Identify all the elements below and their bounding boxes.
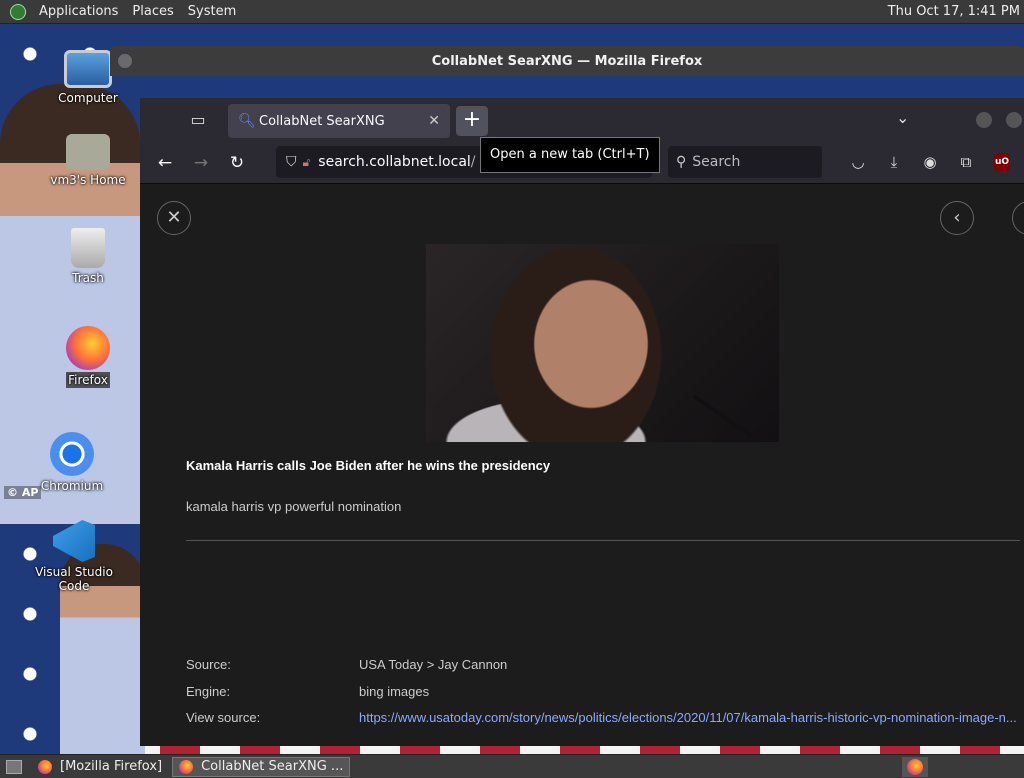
chromium-icon <box>50 432 94 476</box>
top-panel: Applications Places System Thu Oct 17, 1… <box>0 0 1024 24</box>
desktop-icon-label: Computer <box>58 91 118 105</box>
desktop-icon-trash[interactable]: Trash <box>48 228 128 286</box>
pocket-icon[interactable]: ◡ <box>848 152 868 172</box>
result-title[interactable]: Kamala Harris calls Joe Biden after he w… <box>186 458 550 473</box>
next-result-button[interactable]: › <box>1012 201 1024 235</box>
back-button[interactable]: ← <box>152 150 178 176</box>
engine-label: Engine: <box>186 684 231 699</box>
view-source-label: View source: <box>186 710 261 725</box>
vscode-icon <box>53 520 95 562</box>
microphone-shape <box>692 394 753 438</box>
desktop-icon-label: Chromium <box>40 479 104 493</box>
panel-clock[interactable]: Thu Oct 17, 1:41 PM <box>888 4 1024 19</box>
firefox-icon <box>38 759 52 774</box>
close-detail-button[interactable]: ✕ <box>157 201 191 235</box>
tray-firefox[interactable] <box>902 756 928 777</box>
insecure-lock-icon[interactable]: 🔓︎ <box>303 155 311 170</box>
result-image[interactable] <box>426 244 779 442</box>
forward-button[interactable]: → <box>188 150 214 176</box>
search-favicon-icon: 🔍︎ <box>238 113 256 129</box>
view-source-link[interactable]: https://www.usatoday.com/story/news/poli… <box>359 710 1019 725</box>
desktop-icon-label: Visual Studio Code <box>35 565 113 593</box>
firefox-icon <box>179 759 194 774</box>
tab-title: CollabNet SearXNG <box>259 113 385 129</box>
tab-collabnet-searxng[interactable]: 🔍︎ CollabNet SearXNG ✕ <box>228 104 450 138</box>
firefox-icon <box>907 758 923 775</box>
extensions-icon[interactable]: ⧉ <box>956 152 976 172</box>
desktop-icon-chromium[interactable]: Chromium <box>32 432 112 494</box>
url-host: search.collabnet.local <box>318 154 471 170</box>
search-icon: ⚲ <box>676 154 687 170</box>
close-tab-icon[interactable]: ✕ <box>428 113 440 129</box>
reload-button[interactable]: ↻ <box>224 150 250 176</box>
show-desktop-icon[interactable] <box>6 759 22 774</box>
bottom-taskbar: [Mozilla Firefox] CollabNet SearXNG ... <box>0 754 1024 778</box>
tab-bar: ▭ 🔍︎ CollabNet SearXNG ✕ + ⌄ <box>140 98 1024 142</box>
url-path: / <box>470 154 476 170</box>
source-value: USA Today > Jay Cannon <box>359 657 508 672</box>
taskbar-item-searxng[interactable]: CollabNet SearXNG ... <box>172 756 351 777</box>
downloads-icon[interactable]: ⤓ <box>884 152 904 172</box>
account-icon[interactable]: ◉ <box>920 152 940 172</box>
home-folder-icon <box>66 134 110 170</box>
window-menu-icon[interactable] <box>118 54 132 68</box>
firefox-view-icon[interactable]: ▭ <box>188 110 208 130</box>
new-tab-tooltip: Open a new tab (Ctrl+T) <box>480 137 660 173</box>
distro-logo-icon[interactable] <box>10 3 26 20</box>
menu-system[interactable]: System <box>181 4 243 19</box>
result-description: kamala harris vp powerful nomination <box>186 499 402 514</box>
shield-icon[interactable]: ⛉ <box>286 154 297 170</box>
taskbar-item-firefox[interactable]: [Mozilla Firefox] <box>32 757 168 777</box>
desktop-icon-label: Firefox <box>66 372 110 388</box>
search-placeholder: Search <box>692 154 741 170</box>
menu-places[interactable]: Places <box>125 4 180 19</box>
desktop-icon-label: Trash <box>72 271 104 285</box>
previous-result-button[interactable]: ‹ <box>940 201 974 235</box>
search-bar[interactable]: ⚲ Search <box>668 146 822 178</box>
window-maximize-button[interactable] <box>1006 112 1022 128</box>
computer-icon <box>64 50 112 88</box>
taskbar-item-label: [Mozilla Firefox] <box>60 759 163 774</box>
desktop-icon-vscode[interactable]: Visual Studio Code <box>32 520 116 594</box>
menu-applications[interactable]: Applications <box>32 4 125 19</box>
window-minimize-button[interactable] <box>976 112 992 128</box>
firefox-icon <box>66 326 110 370</box>
chevron-down-icon[interactable]: ⌄ <box>896 108 909 127</box>
image-detail-panel: ✕ ‹ › Kamala Harris calls Joe Biden afte… <box>140 184 1024 746</box>
desktop-icon-home[interactable]: vm3's Home <box>48 130 128 188</box>
taskbar-item-label: CollabNet SearXNG ... <box>201 759 344 774</box>
divider <box>186 540 1020 541</box>
ublock-origin-icon[interactable]: uO <box>994 153 1010 171</box>
engine-value: bing images <box>359 684 430 699</box>
desktop-icon-label: vm3's Home <box>50 173 126 187</box>
trash-icon <box>71 228 105 268</box>
source-label: Source: <box>186 657 231 672</box>
new-tab-button[interactable]: + <box>456 106 488 136</box>
desktop-icon-firefox[interactable]: Firefox <box>48 326 128 388</box>
